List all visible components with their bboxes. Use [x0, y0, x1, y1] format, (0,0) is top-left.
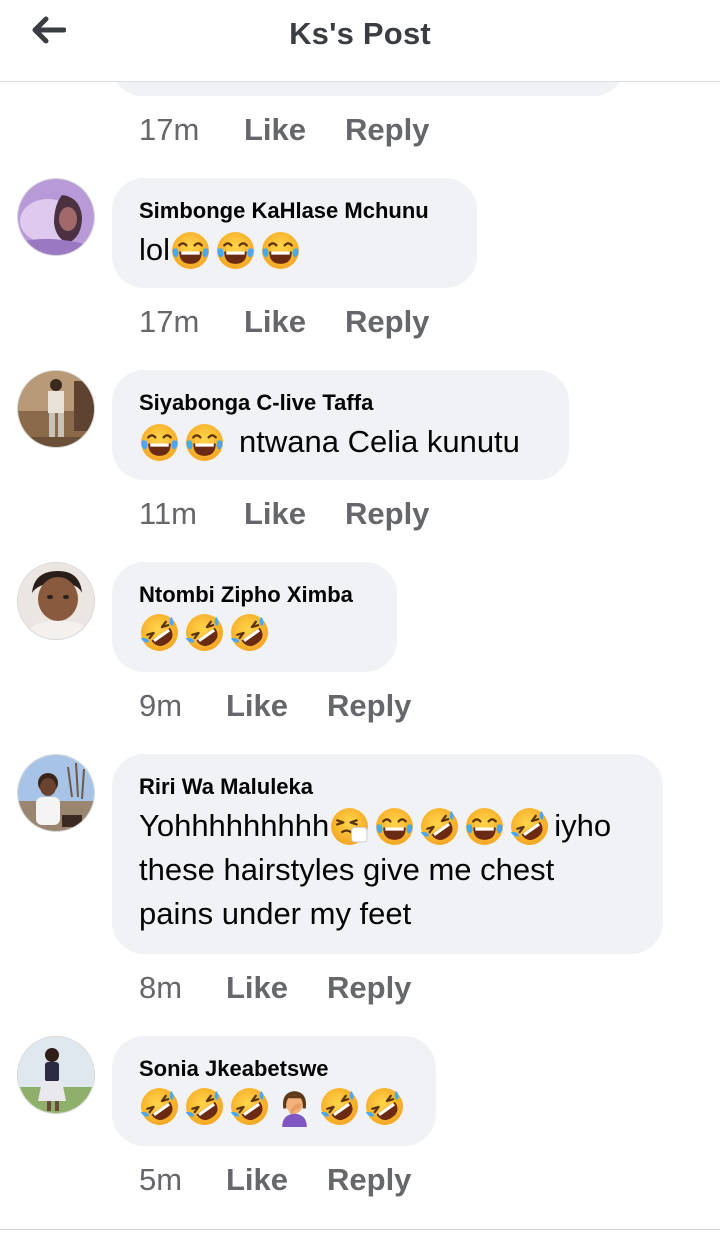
rofl-emoji-icon: [509, 806, 550, 847]
reply-button[interactable]: Reply: [345, 112, 429, 148]
reply-button[interactable]: Reply: [345, 304, 429, 340]
avatar-photo: [18, 1037, 94, 1113]
top-bar: Ks's Post: [0, 0, 720, 82]
comment-author[interactable]: Simbonge KaHlase Mchunu: [139, 198, 451, 224]
like-button[interactable]: Like: [244, 112, 345, 148]
comment-text: Yohhhhhhhhh iyho: [139, 804, 637, 848]
comment-bubble[interactable]: Simbonge KaHlase Mchunu lol: [112, 178, 477, 288]
joy-emoji-icon: [260, 230, 301, 271]
comment-time: 11m: [139, 496, 198, 531]
comment-time: 17m: [139, 112, 200, 147]
avatar[interactable]: [17, 562, 95, 640]
reply-button[interactable]: Reply: [327, 688, 411, 724]
rofl-emoji-icon: [139, 1086, 180, 1127]
reply-button[interactable]: Reply: [327, 1162, 411, 1198]
like-button[interactable]: Like: [244, 496, 345, 532]
comment-text: ntwana Celia kunutu: [139, 420, 543, 464]
avatar-photo: [18, 755, 94, 831]
comment-time: 8m: [139, 970, 183, 1005]
rofl-emoji-icon: [319, 1086, 360, 1127]
comment-actions: 9m Like Reply: [139, 686, 411, 726]
joy-emoji-icon: [139, 422, 180, 463]
comment-time: 5m: [139, 1162, 183, 1197]
comment-text-line: pains under my feet: [139, 896, 412, 931]
joy-emoji-icon: [215, 230, 256, 271]
comment-author[interactable]: Siyabonga C-live Taffa: [139, 390, 543, 416]
comment-actions: 5m Like Reply: [139, 1160, 411, 1200]
comment-actions: 17m Like Reply: [139, 302, 429, 342]
comment-text-line: these hairstyles give me chest: [139, 852, 555, 887]
page-title: Ks's Post: [289, 16, 431, 51]
comment-text: [139, 612, 371, 653]
sneezing-emoji-icon: [329, 806, 370, 847]
rofl-emoji-icon: [229, 612, 270, 653]
comment-text-part: ntwana Celia kunutu: [239, 424, 520, 459]
comment-author[interactable]: Ntombi Zipho Ximba: [139, 582, 371, 608]
comment-text: lol: [139, 228, 451, 272]
comment-bubble[interactable]: Ntombi Zipho Ximba: [112, 562, 397, 672]
joy-emoji-icon: [464, 806, 505, 847]
comment-bubble[interactable]: Sonia Jkeabetswe: [112, 1036, 436, 1146]
comment-actions: 11m Like Reply: [139, 494, 429, 534]
avatar[interactable]: [17, 754, 95, 832]
comment-bubble[interactable]: Siyabonga C-live Taffa ntwana Celia kunu…: [112, 370, 569, 480]
comment-actions: 17m Like Reply: [139, 110, 429, 150]
rofl-emoji-icon: [229, 1086, 270, 1127]
joy-emoji-icon: [184, 422, 225, 463]
like-button[interactable]: Like: [226, 688, 327, 724]
joy-emoji-icon: [170, 230, 211, 271]
reply-button[interactable]: Reply: [345, 496, 429, 532]
comment-text: [139, 1086, 410, 1127]
like-button[interactable]: Like: [244, 304, 345, 340]
avatar[interactable]: [17, 1036, 95, 1114]
joy-emoji-icon: [374, 806, 415, 847]
comment-actions: 8m Like Reply: [139, 968, 411, 1008]
rofl-emoji-icon: [364, 1086, 405, 1127]
rofl-emoji-icon: [184, 1086, 225, 1127]
like-button[interactable]: Like: [226, 970, 327, 1006]
like-button[interactable]: Like: [226, 1162, 327, 1198]
rofl-emoji-icon: [184, 612, 225, 653]
comment-text-part: iyho: [554, 808, 612, 843]
avatar[interactable]: [17, 178, 95, 256]
facepalm-emoji-icon: [274, 1086, 315, 1127]
divider: [0, 1229, 720, 1230]
comment-time: 9m: [139, 688, 183, 723]
avatar-photo: [18, 371, 94, 447]
reply-button[interactable]: Reply: [327, 970, 411, 1006]
comment-text-part: lol: [139, 232, 171, 267]
comment-text-part: Yohhhhhhhhh: [139, 808, 330, 843]
comment-author[interactable]: Sonia Jkeabetswe: [139, 1056, 410, 1082]
avatar-photo: [18, 563, 94, 639]
avatar-photo: [18, 179, 94, 255]
comment-author[interactable]: Riri Wa Maluleka: [139, 774, 637, 800]
rofl-emoji-icon: [139, 612, 180, 653]
comment-bubble[interactable]: Riri Wa Maluleka Yohhhhhhhhh iyho these …: [112, 754, 663, 954]
comment-time: 17m: [139, 304, 200, 339]
avatar[interactable]: [17, 370, 95, 448]
rofl-emoji-icon: [419, 806, 460, 847]
